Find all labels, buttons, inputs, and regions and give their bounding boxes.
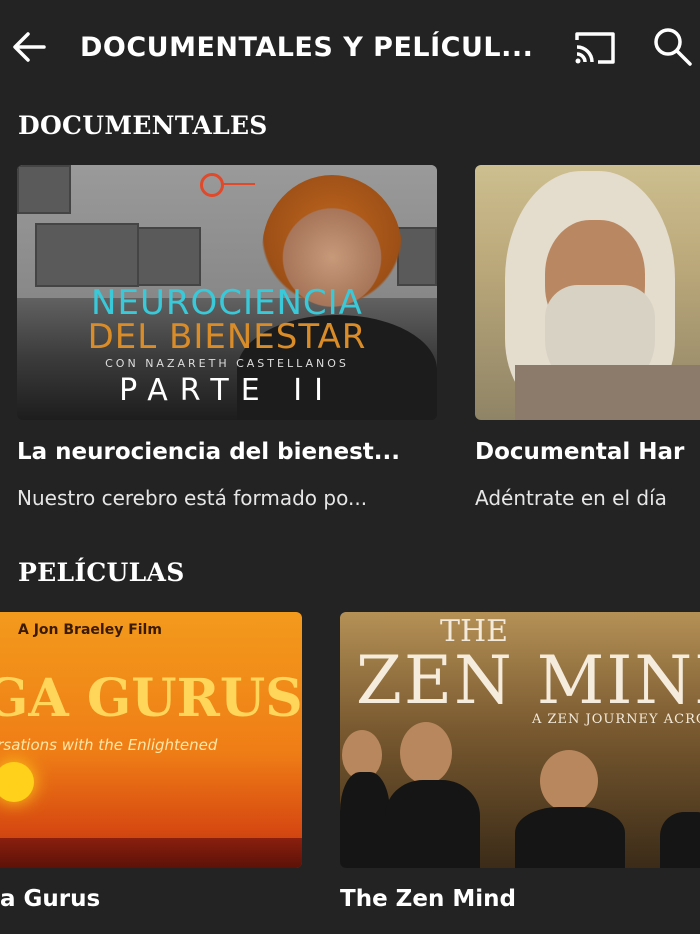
card-description: Adéntrate en el día — [475, 486, 667, 510]
thumbnail-yoga-gurus[interactable]: A Jon Braeley Film GA GURUS ersations wi… — [0, 612, 302, 868]
building-shape — [397, 227, 437, 286]
thumbnail-credit: A Jon Braeley Film — [18, 622, 162, 638]
arrow-left-icon — [13, 32, 46, 62]
search-button[interactable] — [650, 24, 696, 70]
card-title[interactable]: Documental Har — [475, 437, 700, 467]
section-title-documentales: DOCUMENTALES — [18, 111, 268, 140]
building-shape — [17, 165, 71, 214]
thumbnail-title: ZEN MINI — [356, 642, 700, 719]
building-shape — [35, 223, 139, 287]
top-app-bar: DOCUMENTALES Y PELÍCUL... — [0, 0, 700, 95]
back-button[interactable] — [8, 26, 50, 68]
thumbnail-line3: CON NAZARETH CASTELLANOS — [105, 357, 349, 370]
card-title[interactable]: a Gurus — [0, 884, 300, 914]
thumbnail-zen-mind[interactable]: THE ZEN MINI A ZEN JOURNEY ACROSS — [340, 612, 700, 868]
thumbnail-neurociencia[interactable]: NEUROCIENCIA DEL BIENESTAR CON NAZARETH … — [17, 165, 437, 420]
monk-figure — [515, 807, 625, 868]
sun-shape — [0, 762, 34, 802]
search-icon — [654, 28, 692, 66]
monk-figure — [660, 812, 700, 868]
thumbnail-title: GA GURUS — [0, 668, 302, 729]
monk-figure — [340, 772, 390, 868]
thumbnail-subtitle: ersations with the Enlightened — [0, 736, 218, 754]
monk-head — [400, 722, 452, 784]
thumbnail-documental[interactable] — [475, 165, 700, 420]
thumbnail-line4: PARTE II — [119, 373, 335, 408]
section-title-peliculas: PELÍCULAS — [18, 558, 185, 587]
logo-line — [221, 183, 255, 185]
monk-figure — [385, 780, 480, 868]
page-title: DOCUMENTALES Y PELÍCUL... — [80, 32, 534, 63]
card-description: Nuestro cerebro está formado po... — [17, 486, 368, 510]
monk-head — [540, 750, 598, 812]
cast-icon — [575, 32, 615, 64]
thumbnail-line2: DEL BIENESTAR — [87, 317, 367, 357]
building-shape — [137, 227, 201, 286]
card-title[interactable]: The Zen Mind — [340, 884, 700, 914]
cast-button[interactable] — [572, 28, 618, 68]
thumbnail-subtitle: A ZEN JOURNEY ACROSS — [532, 712, 700, 727]
person-shirt — [515, 365, 700, 420]
card-title[interactable]: La neurociencia del bienest... — [17, 437, 437, 467]
logo-icon — [200, 173, 224, 197]
landscape-shape — [0, 838, 302, 868]
